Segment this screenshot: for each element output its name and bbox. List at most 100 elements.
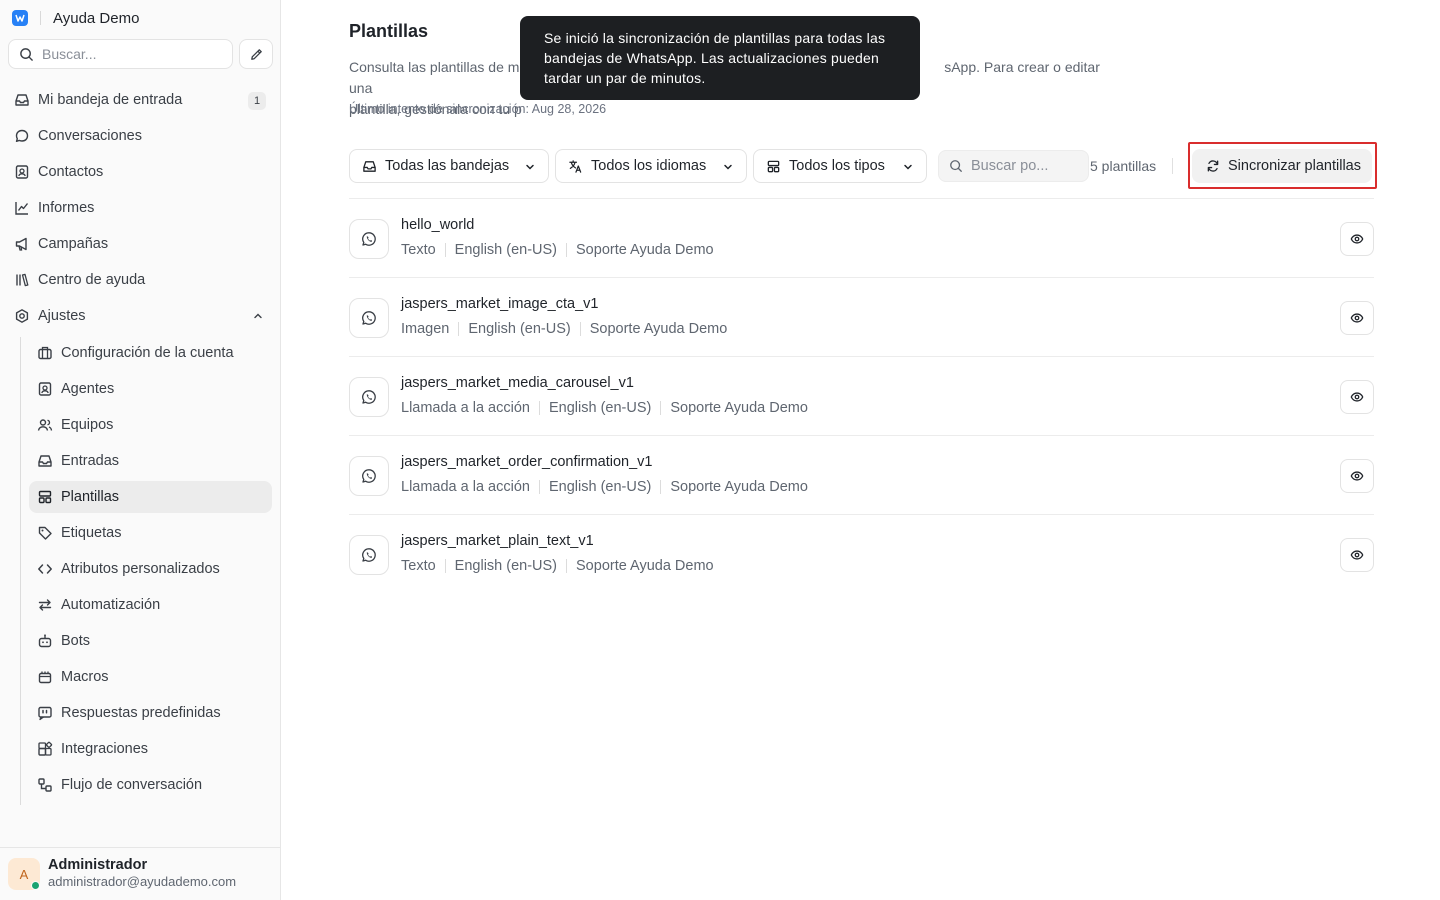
sidebar-search[interactable] <box>8 39 233 69</box>
code-icon <box>38 564 52 574</box>
template-type: Texto <box>401 242 436 258</box>
template-inbox: Soporte Ayuda Demo <box>576 242 714 258</box>
meta-divider <box>458 322 460 336</box>
whatsapp-icon <box>349 456 389 496</box>
briefcase-icon <box>38 346 52 360</box>
sidebar-item-label: Atributos personalizados <box>61 561 220 577</box>
nav-item-inbox[interactable]: Mi bandeja de entrada 1 <box>8 84 272 116</box>
last-sync-text: Último intento de sincronización: Aug 28… <box>349 102 607 116</box>
sidebar-item-label: Configuración de la cuenta <box>61 345 234 361</box>
refresh-icon <box>1207 160 1219 172</box>
template-language: English (en-US) <box>454 242 558 258</box>
nav-item-campaigns[interactable]: Campañas <box>8 228 272 260</box>
template-meta: Llamada a la acción English (en-US) Sopo… <box>401 400 808 416</box>
sidebar-item-label: Equipos <box>61 417 114 433</box>
sidebar-item-integrations[interactable]: Integraciones <box>29 733 272 765</box>
library-icon <box>16 273 29 287</box>
nav-label: Campañas <box>38 236 109 252</box>
page-description-start: Consulta las plantillas de me <box>349 59 528 75</box>
template-inbox: Soporte Ayuda Demo <box>670 400 808 416</box>
inbox-filter-dropdown[interactable]: Todas las bandejas <box>349 149 549 183</box>
brand-name[interactable]: Ayuda Demo <box>53 10 139 27</box>
template-search-input[interactable] <box>971 158 1081 174</box>
nav-item-settings[interactable]: Ajustes <box>8 300 272 332</box>
sidebar-item-canned-responses[interactable]: Respuestas predefinidas <box>29 697 272 729</box>
chevron-up-icon[interactable] <box>252 310 264 322</box>
template-language: English (en-US) <box>454 558 558 574</box>
template-meta: Imagen English (en-US) Soporte Ayuda Dem… <box>401 321 727 337</box>
sidebar-item-inboxes[interactable]: Entradas <box>29 445 272 477</box>
sidebar-item-conversation-flow[interactable]: Flujo de conversación <box>29 769 272 801</box>
sidebar-item-label: Respuestas predefinidas <box>61 705 221 721</box>
sidebar-item-label: Flujo de conversación <box>61 777 203 793</box>
translate-icon <box>569 159 582 173</box>
main-nav: Mi bandeja de entrada 1 Conversaciones C… <box>8 84 272 336</box>
chevron-down-icon <box>724 164 732 170</box>
sidebar-search-input[interactable] <box>42 46 212 62</box>
sidebar-item-automation[interactable]: Automatización <box>29 589 272 621</box>
page-title: Plantillas <box>349 21 429 41</box>
preview-template-button[interactable] <box>1340 459 1374 493</box>
sync-started-toast: Se inició la sincronización de plantilla… <box>520 16 920 100</box>
nav-label: Conversaciones <box>38 128 142 144</box>
sidebar-item-teams[interactable]: Equipos <box>29 409 272 441</box>
template-meta: Llamada a la acción English (en-US) Sopo… <box>401 479 808 495</box>
main-content: Plantillas Consulta las plantillas de me… <box>281 0 1440 900</box>
nav-item-help-center[interactable]: Centro de ayuda <box>8 264 272 296</box>
whatsapp-icon <box>349 219 389 259</box>
preview-template-button[interactable] <box>1340 222 1374 256</box>
template-row[interactable]: jaspers_market_media_carousel_v1 Llamada… <box>349 356 1374 435</box>
template-language: English (en-US) <box>468 321 571 337</box>
brand: Ayuda Demo <box>12 8 139 28</box>
user-profile[interactable]: A Administrador administrador@ayudademo.… <box>0 847 281 900</box>
sidebar-item-labels[interactable]: Etiquetas <box>29 517 272 549</box>
template-type: Llamada a la acción <box>401 479 530 495</box>
compose-button[interactable] <box>239 39 273 69</box>
sidebar-item-bots[interactable]: Bots <box>29 625 272 657</box>
bot-icon <box>38 634 52 648</box>
contact-card-icon <box>15 165 29 179</box>
type-filter-dropdown[interactable]: Todos los tipos <box>753 149 927 183</box>
tag-icon <box>38 526 52 540</box>
sidebar-item-account-settings[interactable]: Configuración de la cuenta <box>29 337 272 369</box>
inbox-icon <box>15 94 29 106</box>
preview-template-button[interactable] <box>1340 538 1374 572</box>
sidebar-item-label: Agentes <box>61 381 115 397</box>
sidebar-item-macros[interactable]: Macros <box>29 661 272 693</box>
flow-icon <box>38 778 52 792</box>
template-row[interactable]: jaspers_market_image_cta_v1 Imagen Engli… <box>349 277 1374 356</box>
brand-logo-icon[interactable] <box>12 10 28 26</box>
quote-icon <box>38 706 52 721</box>
sidebar-item-label: Macros <box>61 669 109 685</box>
filter-bar: Todas las bandejas Todos los idiomas Tod… <box>349 142 1377 189</box>
nav-item-reports[interactable]: Informes <box>8 192 272 224</box>
brand-divider <box>40 11 41 25</box>
nav-item-contacts[interactable]: Contactos <box>8 156 272 188</box>
unread-count-badge: 1 <box>248 92 266 110</box>
meta-divider <box>538 480 540 494</box>
template-row[interactable]: hello_world Texto English (en-US) Soport… <box>349 198 1374 277</box>
meta-divider <box>566 559 568 573</box>
sidebar-item-templates[interactable]: Plantillas <box>29 481 272 513</box>
language-filter-dropdown[interactable]: Todos los idiomas <box>555 149 747 183</box>
template-inbox: Soporte Ayuda Demo <box>670 479 808 495</box>
template-inbox: Soporte Ayuda Demo <box>589 321 728 337</box>
nav-item-conversations[interactable]: Conversaciones <box>8 120 272 152</box>
template-row[interactable]: jaspers_market_order_confirmation_v1 Lla… <box>349 435 1374 514</box>
template-row[interactable]: jaspers_market_plain_text_v1 Texto Engli… <box>349 514 1374 593</box>
sync-templates-button[interactable]: Sincronizar plantillas <box>1192 149 1372 183</box>
template-name: jaspers_market_plain_text_v1 <box>401 533 594 549</box>
template-search[interactable] <box>938 150 1089 182</box>
meta-divider <box>579 322 581 336</box>
sidebar-item-custom-attributes[interactable]: Atributos personalizados <box>29 553 272 585</box>
settings-gear-icon <box>15 309 29 323</box>
inbox-filter-label: Todas las bandejas <box>385 158 510 174</box>
sidebar-item-agents[interactable]: Agentes <box>29 373 272 405</box>
preview-template-button[interactable] <box>1340 380 1374 414</box>
meta-divider <box>660 480 662 494</box>
eye-icon <box>1350 550 1364 560</box>
preview-template-button[interactable] <box>1340 301 1374 335</box>
type-filter-label: Todos los tipos <box>789 158 885 174</box>
whatsapp-icon <box>349 298 389 338</box>
template-language: English (en-US) <box>548 400 652 416</box>
